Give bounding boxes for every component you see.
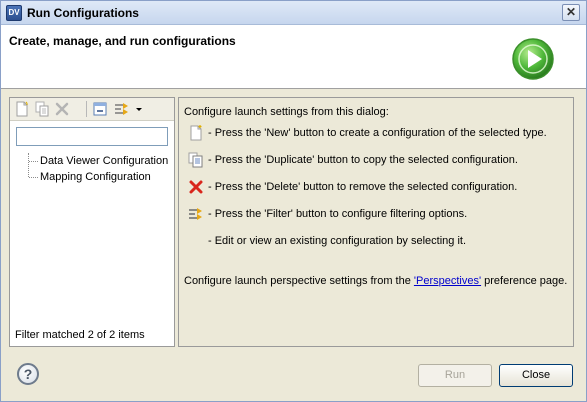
- new-configuration-icon[interactable]: [14, 101, 30, 117]
- details-heading: Configure launch settings from this dial…: [184, 106, 389, 118]
- run-configurations-window: DV Run Configurations ✕ Create, manage, …: [0, 0, 587, 402]
- tree-toolbar: [10, 98, 174, 121]
- perspectives-note: Configure launch perspective settings fr…: [184, 275, 567, 287]
- help-icon[interactable]: ?: [17, 363, 39, 385]
- window-title: Run Configurations: [27, 6, 139, 20]
- page-title: Create, manage, and run configurations: [9, 34, 236, 48]
- header-banner: Create, manage, and run configurations: [1, 25, 586, 89]
- filter-icon: [189, 208, 202, 220]
- tree-item-label: Data Viewer Configuration: [40, 155, 169, 167]
- filter-input[interactable]: [16, 127, 168, 146]
- help-text-delete: - Press the 'Delete' button to remove th…: [208, 181, 518, 193]
- close-button[interactable]: Close: [499, 364, 573, 387]
- help-text-duplicate: - Press the 'Duplicate' button to copy t…: [208, 154, 518, 166]
- duplicate-configuration-icon: [188, 152, 203, 168]
- new-configuration-icon: [190, 125, 202, 141]
- help-text-filter: - Press the 'Filter' button to configure…: [208, 208, 468, 220]
- run-launch-icon: [512, 38, 554, 80]
- configuration-tree: Data Viewer Configuration Mapping Config…: [18, 153, 172, 185]
- perspectives-note-suffix: preference page.: [481, 275, 568, 287]
- configuration-tree-panel: Data Viewer Configuration Mapping Config…: [9, 97, 175, 347]
- help-text-edit: - Edit or view an existing configuration…: [208, 235, 467, 247]
- toolbar-separator: [86, 101, 87, 117]
- perspectives-note-prefix: Configure launch perspective settings fr…: [184, 275, 414, 287]
- duplicate-configuration-icon[interactable]: [34, 101, 50, 117]
- perspectives-link[interactable]: 'Perspectives': [414, 275, 481, 287]
- collapse-all-icon[interactable]: [92, 101, 108, 117]
- view-menu-chevron-down-icon[interactable]: [134, 101, 144, 117]
- delete-x-icon: [189, 180, 203, 194]
- filter-configurations-icon[interactable]: [114, 101, 130, 117]
- tree-item-data-viewer-configuration[interactable]: Data Viewer Configuration: [18, 153, 172, 169]
- app-icon: DV: [6, 5, 22, 21]
- title-bar[interactable]: DV Run Configurations ✕: [1, 1, 586, 25]
- delete-configuration-icon[interactable]: [54, 101, 70, 117]
- help-text-new: - Press the 'New' button to create a con…: [208, 127, 547, 139]
- run-button[interactable]: Run: [418, 364, 492, 387]
- configuration-details-panel: Configure launch settings from this dial…: [178, 97, 574, 347]
- tree-item-label: Mapping Configuration: [40, 171, 151, 183]
- filter-status-text: Filter matched 2 of 2 items: [15, 329, 145, 341]
- close-window-icon[interactable]: ✕: [562, 4, 580, 21]
- tree-item-mapping-configuration[interactable]: Mapping Configuration: [18, 169, 172, 185]
